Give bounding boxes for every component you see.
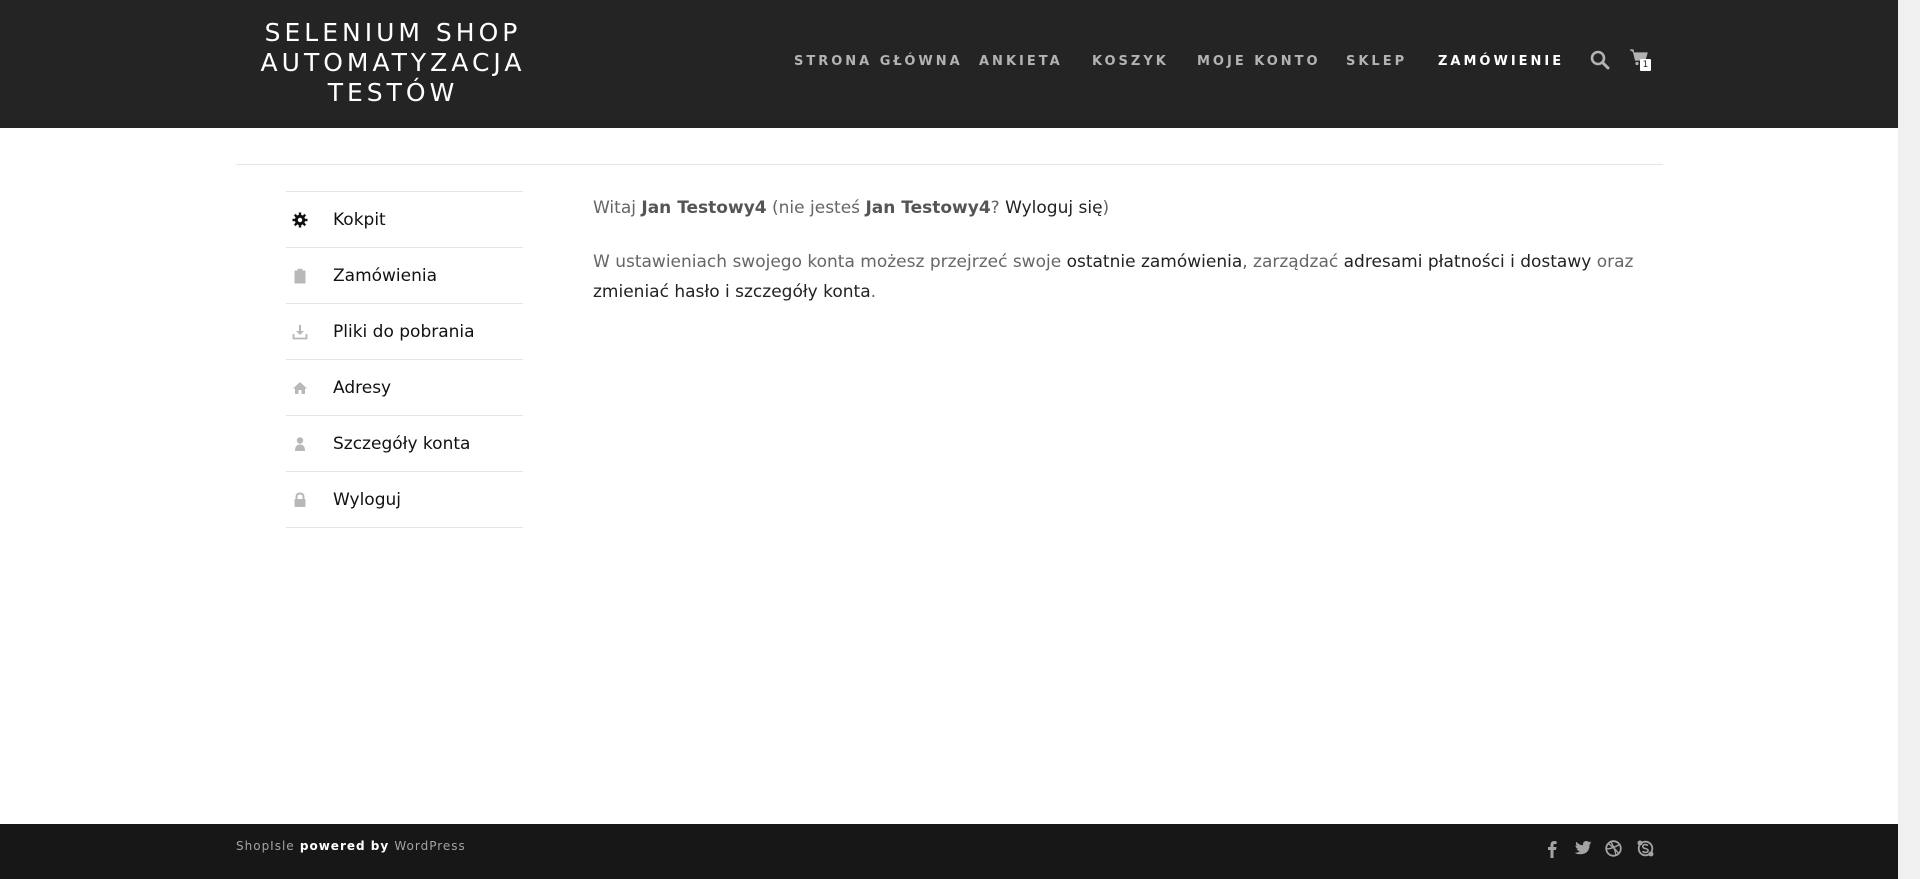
account-menu-label: Wyloguj — [333, 490, 401, 510]
powered-by-text: powered by — [294, 839, 395, 853]
account-menu-dashboard[interactable]: Kokpit — [286, 191, 523, 247]
gear-icon — [292, 212, 308, 228]
facebook-icon[interactable] — [1546, 840, 1558, 862]
shopisle-link[interactable]: ShopIsle — [236, 839, 295, 853]
account-details-link[interactable]: zmieniać hasło i szczegóły konta — [593, 282, 871, 302]
lock-icon — [292, 492, 308, 508]
search-icon[interactable] — [1590, 50, 1610, 74]
dashboard-description: W ustawieniach swojego konta możesz prze… — [593, 247, 1638, 307]
not-you-suffix: ) — [1102, 198, 1110, 218]
home-icon — [292, 380, 308, 396]
account-menu-label: Kokpit — [333, 210, 386, 230]
site-footer: ShopIsle powered by WordPress — [0, 824, 1898, 879]
greeting-prefix: Witaj — [593, 198, 642, 218]
account-menu-logout[interactable]: Wyloguj — [286, 471, 523, 528]
not-you-name: Jan Testowy4 — [865, 198, 991, 218]
account-menu-label: Zamówienia — [333, 266, 438, 286]
nav-item-home[interactable]: STRONA GŁÓWNA — [794, 54, 963, 69]
account-dashboard-content: Witaj Jan Testowy4 (nie jesteś Jan Testo… — [593, 193, 1638, 331]
recent-orders-link[interactable]: ostatnie zamówienia — [1067, 252, 1243, 272]
account-menu-label: Adresy — [333, 378, 392, 398]
not-you-question: ? — [990, 198, 1006, 218]
nav-item-cart[interactable]: KOSZYK — [1092, 54, 1169, 69]
desc-text-2: , zarządzać — [1242, 252, 1344, 272]
logo-line-2: AUTOMATYZACJA — [260, 48, 526, 77]
account-menu-label: Szczegóły konta — [333, 434, 471, 454]
content-divider — [236, 164, 1663, 165]
wordpress-link[interactable]: WordPress — [394, 839, 465, 853]
greeting-paragraph: Witaj Jan Testowy4 (nie jesteś Jan Testo… — [593, 193, 1638, 223]
account-menu-orders[interactable]: Zamówienia — [286, 247, 523, 303]
footer-credits: ShopIsle powered by WordPress — [236, 839, 466, 853]
skype-icon[interactable] — [1637, 840, 1654, 861]
account-menu-account-details[interactable]: Szczegóły konta — [286, 415, 523, 471]
nav-item-survey[interactable]: ANKIETA — [979, 54, 1063, 69]
dribbble-icon[interactable] — [1605, 840, 1622, 861]
account-menu-label: Pliki do pobrania — [333, 322, 475, 342]
cart-icon[interactable]: 1 — [1630, 49, 1656, 75]
site-header: SELENIUM SHOP AUTOMATYZACJA TESTÓW STRON… — [0, 0, 1898, 128]
user-name: Jan Testowy4 — [641, 198, 767, 218]
logo-line-1: SELENIUM SHOP — [264, 18, 522, 47]
not-you-prefix: (nie jesteś — [766, 198, 866, 218]
cart-count-badge: 1 — [1640, 59, 1651, 71]
nav-item-my-account[interactable]: MOJE KONTO — [1197, 54, 1321, 69]
account-navigation: Kokpit Zamówienia Pliki do pobrania Adre… — [286, 191, 523, 528]
clipboard-icon — [292, 268, 308, 284]
page-scrollbar[interactable] — [1898, 0, 1920, 879]
site-logo[interactable]: SELENIUM SHOP AUTOMATYZACJA TESTÓW — [236, 18, 550, 108]
user-icon — [292, 436, 308, 452]
desc-text-4: . — [870, 282, 877, 302]
nav-item-shop[interactable]: SKLEP — [1346, 54, 1407, 69]
account-menu-downloads[interactable]: Pliki do pobrania — [286, 303, 523, 359]
twitter-icon[interactable] — [1574, 840, 1592, 860]
desc-text-1: W ustawieniach swojego konta możesz prze… — [593, 252, 1067, 272]
account-menu-addresses[interactable]: Adresy — [286, 359, 523, 415]
desc-text-3: oraz — [1591, 252, 1634, 272]
nav-item-order[interactable]: ZAMÓWIENIE — [1438, 54, 1564, 69]
logout-link[interactable]: Wyloguj się — [1005, 198, 1102, 218]
addresses-link[interactable]: adresami płatności i dostawy — [1344, 252, 1592, 272]
logo-line-3: TESTÓW — [327, 78, 459, 107]
download-icon — [292, 324, 308, 340]
